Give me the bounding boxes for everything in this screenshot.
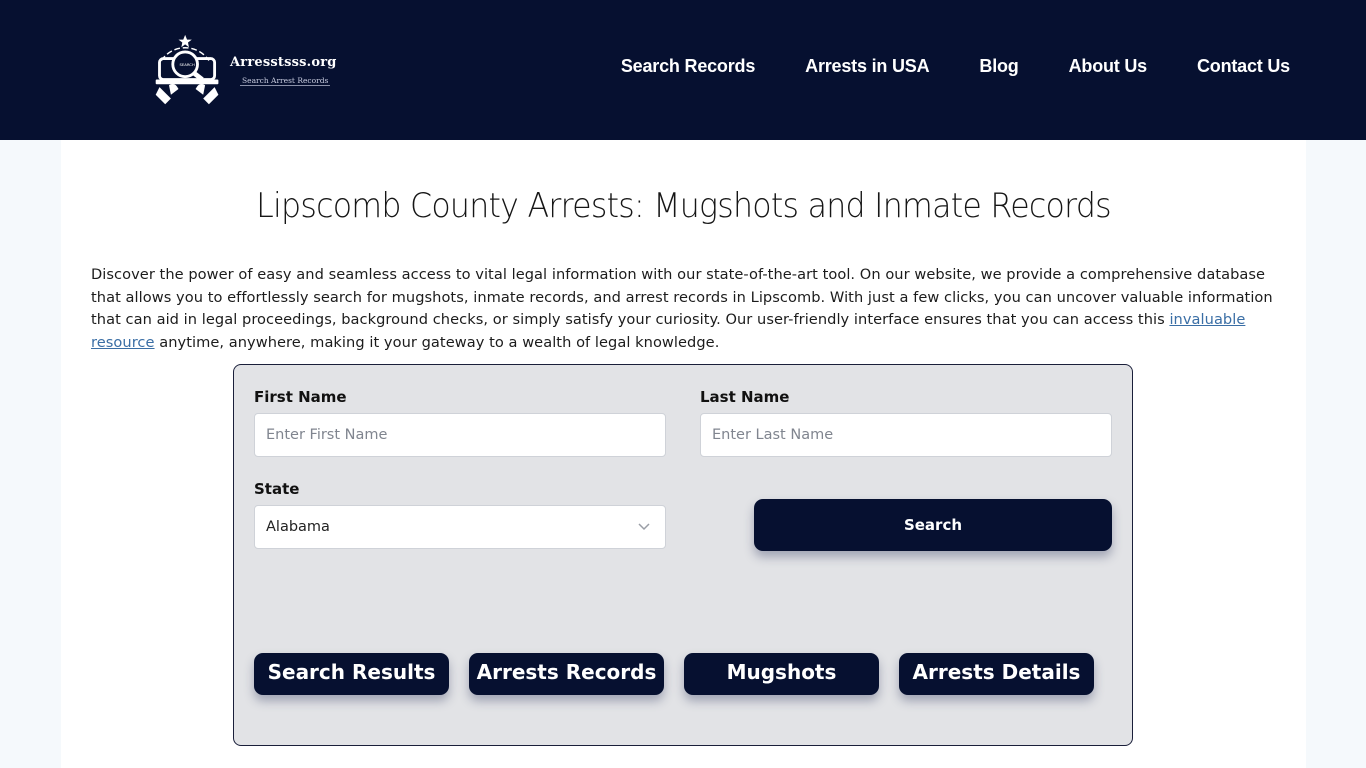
search-button[interactable]: Search: [754, 499, 1112, 551]
nav-arrests-in-usa[interactable]: Arrests in USA: [805, 56, 929, 77]
last-name-label: Last Name: [700, 388, 790, 406]
magnifier-search-badge-icon: SEARCH: [155, 34, 219, 105]
state-selected-value: Alabama: [266, 519, 330, 535]
logo-tagline: Search Arrest Records: [240, 75, 331, 86]
nav-about-us[interactable]: About Us: [1069, 56, 1148, 77]
page-title: Lipscomb County Arrests: Mugshots and In…: [256, 186, 1112, 226]
intro-text-end: anytime, anywhere, making it your gatewa…: [154, 333, 720, 351]
svg-text:SEARCH: SEARCH: [179, 62, 195, 67]
site-logo[interactable]: SEARCH Arresstsss.org Search Arrest Reco…: [150, 30, 350, 110]
first-name-label: First Name: [254, 388, 347, 406]
chevron-down-icon: [638, 523, 650, 531]
result-tabs: Search Results Arrests Records Mugshots …: [254, 653, 1094, 695]
intro-text-start: Discover the power of easy and seamless …: [91, 266, 1273, 328]
tab-mugshots[interactable]: Mugshots: [684, 653, 879, 695]
tab-arrests-details[interactable]: Arrests Details: [899, 653, 1094, 695]
nav-contact-us[interactable]: Contact Us: [1197, 56, 1290, 77]
intro-paragraph: Discover the power of easy and seamless …: [91, 264, 1281, 354]
main-content: Lipscomb County Arrests: Mugshots and In…: [61, 140, 1306, 768]
tab-arrests-records[interactable]: Arrests Records: [469, 653, 664, 695]
main-nav: Search Records Arrests in USA Blog About…: [621, 56, 1290, 77]
search-form: First Name Last Name State Alabama Searc…: [233, 364, 1133, 746]
nav-blog[interactable]: Blog: [979, 56, 1018, 77]
site-header: SEARCH Arresstsss.org Search Arrest Reco…: [0, 0, 1366, 140]
tab-search-results[interactable]: Search Results: [254, 653, 449, 695]
logo-name: Arresstsss.org: [230, 54, 337, 70]
last-name-input[interactable]: [700, 413, 1112, 457]
state-label: State: [254, 480, 300, 498]
state-select[interactable]: Alabama: [254, 505, 666, 549]
first-name-input[interactable]: [254, 413, 666, 457]
nav-search-records[interactable]: Search Records: [621, 56, 755, 77]
